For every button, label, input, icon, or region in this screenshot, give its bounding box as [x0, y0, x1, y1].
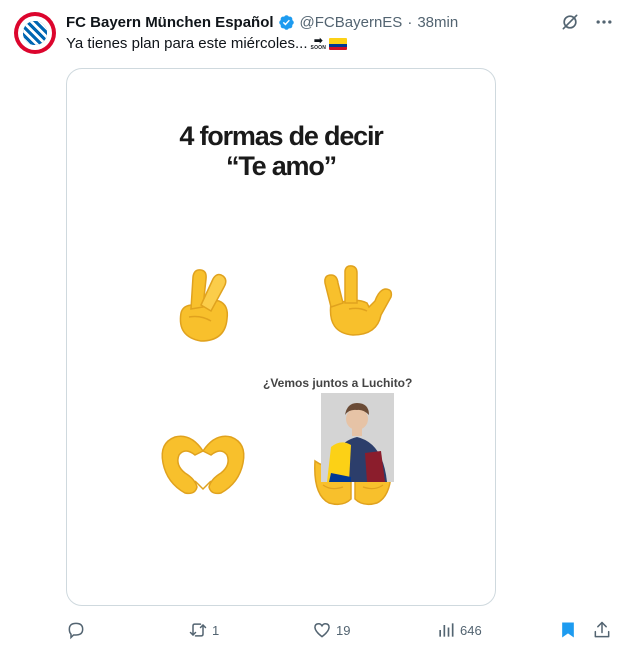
- media-title-line2: “Te amo”: [226, 151, 337, 181]
- crossed-fingers-icon: [179, 269, 229, 342]
- tweet-media-image[interactable]: 4 formas de decir “Te amo” ¿Vemos juntos…: [66, 68, 496, 606]
- share-button[interactable]: [592, 618, 612, 642]
- media-caption: ¿Vemos juntos a Luchito?: [263, 376, 413, 390]
- author-handle[interactable]: @FCBayernES: [300, 14, 403, 31]
- more-icon[interactable]: [593, 11, 615, 33]
- author-avatar[interactable]: [14, 12, 56, 54]
- grok-icon[interactable]: [559, 11, 581, 33]
- like-button[interactable]: 19: [312, 618, 350, 642]
- retweet-button[interactable]: 1: [188, 618, 219, 642]
- tweet-body: Ya tienes plan para este miércoles...: [66, 35, 308, 52]
- media-title: 4 formas de decir “Te amo”: [67, 121, 495, 181]
- separator-dot: ·: [407, 13, 413, 31]
- author-name[interactable]: FC Bayern München Español: [66, 14, 274, 31]
- love-you-gesture-icon: [324, 265, 393, 336]
- tweet-header: FC Bayern München Español @FCBayernES · …: [66, 11, 615, 33]
- views-button[interactable]: 646: [436, 618, 482, 642]
- tweet-action-bar: 1 19 646: [66, 618, 614, 642]
- tweet-text: Ya tienes plan para este miércoles... ➡ …: [66, 34, 348, 52]
- tweet-timestamp[interactable]: 38min: [417, 14, 458, 31]
- bookmark-button[interactable]: [558, 618, 578, 642]
- like-count: 19: [336, 622, 351, 638]
- bookmark-icon: [562, 622, 574, 638]
- views-icon: [439, 623, 454, 637]
- bayern-logo: [18, 16, 52, 50]
- reply-icon: [68, 622, 84, 640]
- like-icon: [314, 622, 330, 638]
- header-actions: [559, 11, 615, 33]
- retweet-icon: [189, 623, 207, 637]
- media-title-line1: 4 formas de decir: [179, 121, 383, 151]
- player-photo: [321, 393, 394, 482]
- heart-hands-icon: [161, 435, 245, 495]
- soon-label: SOON: [310, 44, 327, 51]
- reply-button[interactable]: [66, 618, 90, 642]
- colombia-flag-icon: [329, 37, 348, 50]
- retweet-count: 1: [212, 622, 220, 638]
- view-count: 646: [460, 622, 482, 638]
- verified-badge-icon[interactable]: [278, 14, 295, 31]
- share-icon: [594, 621, 610, 638]
- soon-arrow-icon: ➡ SOON: [310, 34, 327, 51]
